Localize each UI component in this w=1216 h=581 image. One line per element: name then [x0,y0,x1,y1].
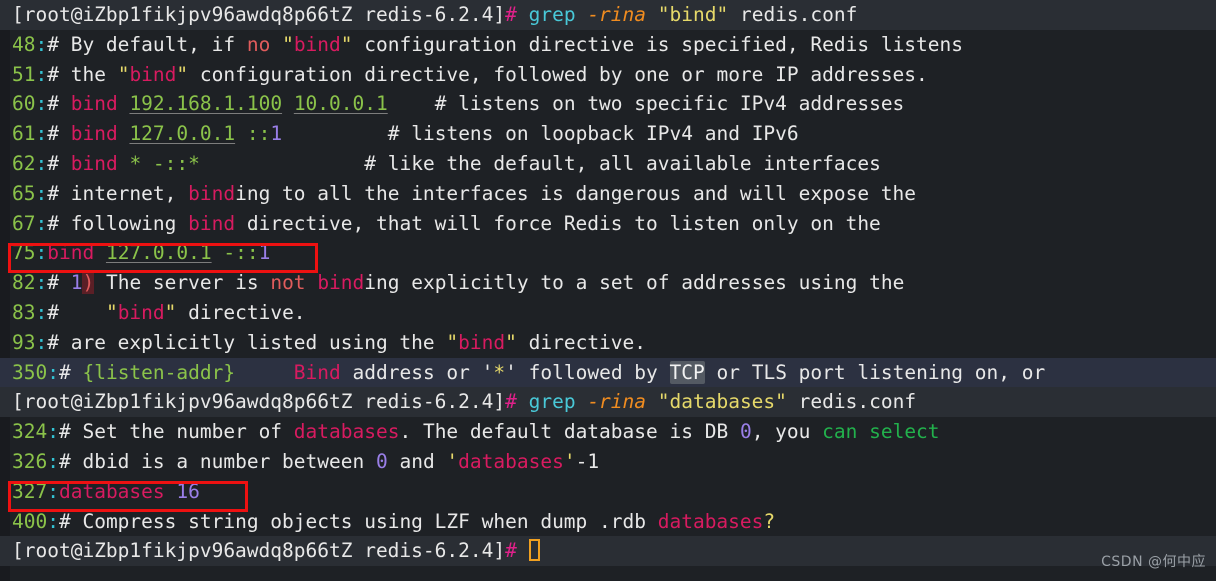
result-line-number: 62 [12,151,36,175]
match-token: bind [70,92,118,116]
result-separator: : [35,92,48,116]
match-token: bind [293,32,341,56]
match-token: Bind [293,360,341,384]
result-row: 400:# Compress string objects using LZF … [12,509,776,533]
prompt-user-host: [root@iZbp1fikjpv96awdq8p66tZ redis-6.2.… [12,539,506,563]
result-separator: : [35,300,48,324]
prompt-symbol: # [505,539,517,563]
result-line-number: 82 [12,271,36,295]
result-line-number: 400 [12,509,48,533]
match-token: bind [117,300,165,324]
result-row: 67:# following bind directive, that will… [12,211,881,235]
match-token: databases [58,479,165,503]
prompt-line-1[interactable]: [root@iZbp1fikjpv96awdq8p66tZ redis-6.2.… [0,0,1216,30]
result-row-boxed-bind: 75:bind 127.0.0.1 -::1 [12,241,271,265]
result-separator: : [35,62,48,86]
match-token: bind [317,271,365,295]
result-row: 93:# are explicitly listed using the "bi… [12,330,647,354]
prompt-symbol: # [505,3,517,26]
ip-address: 192.168.1.100 [129,92,283,116]
result-line-number: 75 [12,241,36,265]
result-row: 326:# dbid is a number between 0 and 'da… [12,449,600,473]
paren-selection: ) [82,271,95,295]
result-line-number: 350 [12,360,48,384]
prompt-user-host: [root@iZbp1fikjpv96awdq8p66tZ redis-6.2.… [12,390,506,414]
result-separator: : [35,241,48,265]
result-separator: : [47,509,59,533]
result-row: 83:# "bind" directive. [12,300,306,324]
match-token: databases [458,449,564,473]
command-file-2: redis.conf [798,390,917,414]
result-line-number: 324 [12,420,48,444]
result-separator: : [35,330,48,354]
command-name-2: grep [528,390,576,414]
match-token: bind [188,181,236,205]
match-token: bind [70,122,118,146]
result-row: 51:# the "bind" configuration directive,… [12,62,928,86]
result-separator: : [35,211,48,235]
result-row: 61:# bind 127.0.0.1 ::1 # listens on loo… [12,122,799,146]
result-row-boxed-databases: 327:databases 16 [0,477,1216,507]
result-line-number: 327 [12,479,48,503]
result-line-number: 65 [12,181,36,205]
result-row: 60:# bind 192.168.1.100 10.0.0.1 # liste… [12,92,905,116]
result-line-number: 60 [12,92,36,116]
ip-address: 127.0.0.1 [105,241,212,265]
command-pattern-2: "databases" [657,390,787,414]
text-cursor [528,539,540,562]
match-token: bind [70,151,118,175]
match-token: databases [293,420,400,444]
prompt-line-3[interactable]: [root@iZbp1fikjpv96awdq8p66tZ redis-6.2.… [0,536,1216,567]
prompt-line-2[interactable]: [root@iZbp1fikjpv96awdq8p66tZ redis-6.2.… [0,387,1216,418]
command-file-1: redis.conf [739,3,858,26]
result-row: 48:# By default, if no "bind" configurat… [12,32,964,56]
result-line-number: 93 [12,330,36,354]
match-token: bind [458,330,506,354]
command-pattern-1: "bind" [657,3,729,26]
watermark: CSDN @何中应 [1101,554,1206,571]
match-token: bind [129,62,177,86]
result-row: 82:# 1) The server is not binding explic… [12,271,905,295]
command-flags-2: -rina [587,390,647,414]
result-separator: : [35,181,48,205]
result-separator: : [35,151,48,175]
result-line-number: 48 [12,32,36,56]
result-line-number: 83 [12,300,36,324]
result-separator: : [47,479,59,503]
result-separator: : [35,271,48,295]
tcp-selection: TCP [669,360,705,384]
prompt-user-host: [root@iZbp1fikjpv96awdq8p66tZ redis-6.2.… [12,3,506,26]
result-line-number: 326 [12,449,48,473]
result-separator: : [47,360,59,384]
match-token: bind [188,211,236,235]
result-row: 62:# bind * -::* # like the default, all… [12,151,881,175]
command-flags-1: -rina [587,3,647,26]
match-token: databases [657,509,764,533]
prompt-symbol: # [505,390,517,414]
result-line-number: 67 [12,211,36,235]
result-row: 65:# internet, binding to all the interf… [12,181,917,205]
result-separator: : [47,420,59,444]
result-separator: : [35,122,48,146]
result-line-number: 61 [12,122,36,146]
result-line-number: 51 [12,62,36,86]
databases-value: 16 [176,479,200,503]
result-separator: : [47,449,59,473]
result-row: 324:# Set the number of databases. The d… [12,420,940,444]
ip-address: 127.0.0.1 [129,122,236,146]
command-name-1: grep [528,3,576,26]
match-token: bind [47,241,95,265]
result-row-highlighted: 350:# {listen-addr} Bind address or '*' … [0,357,1216,388]
terminal-window[interactable]: [root@iZbp1fikjpv96awdq8p66tZ redis-6.2.… [0,0,1216,581]
result-separator: : [35,32,48,56]
ip-address: 10.0.0.1 [293,92,388,116]
